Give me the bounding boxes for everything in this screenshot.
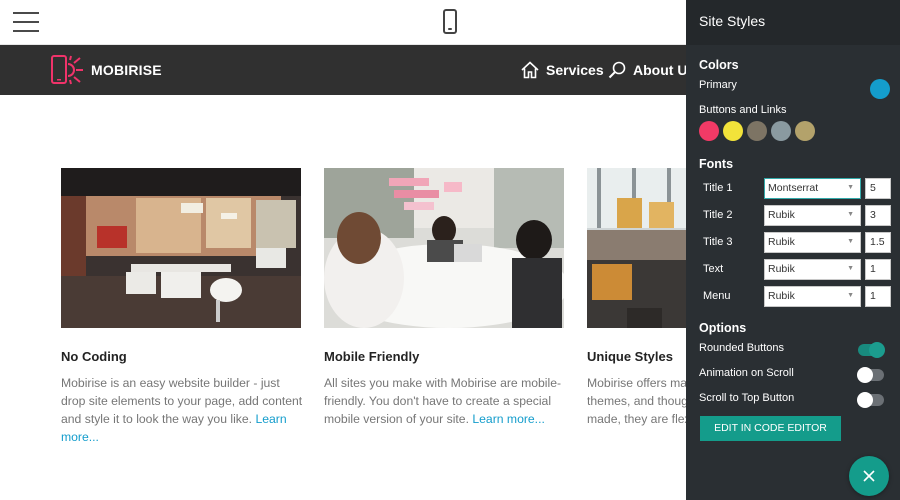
font-value: Rubik bbox=[768, 236, 795, 248]
edit-in-code-editor-button[interactable]: EDIT IN CODE EDITOR bbox=[700, 416, 841, 441]
dropdown-caret-icon: ▼ bbox=[847, 211, 854, 218]
button-color-swatch-2[interactable] bbox=[723, 121, 743, 141]
font-select-title-2[interactable]: Rubik ▼ bbox=[764, 205, 861, 226]
primary-color-label: Primary bbox=[699, 79, 737, 91]
feature-text-mobile-friendly: All sites you make with Mobirise are mob… bbox=[324, 374, 569, 428]
font-size-title-2[interactable]: 3 bbox=[865, 205, 891, 226]
font-select-title-3[interactable]: Rubik ▼ bbox=[764, 232, 861, 253]
button-color-swatch-1[interactable] bbox=[699, 121, 719, 141]
font-select-text[interactable]: Rubik ▼ bbox=[764, 259, 861, 280]
font-label-text: Text bbox=[703, 263, 724, 275]
dropdown-caret-icon: ▼ bbox=[847, 292, 854, 299]
close-x-icon bbox=[863, 470, 875, 482]
dropdown-caret-icon: ▼ bbox=[847, 184, 854, 191]
option-label-rounded-buttons: Rounded Buttons bbox=[699, 342, 785, 354]
font-value: Rubik bbox=[768, 290, 795, 302]
toggle-knob bbox=[869, 342, 885, 358]
nav-item-services[interactable]: Services bbox=[520, 58, 604, 82]
panel-header: Site Styles bbox=[686, 0, 900, 45]
colors-heading: Colors bbox=[699, 58, 739, 72]
hamburger-menu-icon[interactable] bbox=[13, 12, 39, 32]
toggle-scroll-to-top[interactable] bbox=[857, 392, 884, 408]
font-value: Rubik bbox=[768, 209, 795, 221]
feature-title-mobile-friendly: Mobile Friendly bbox=[324, 349, 420, 364]
font-size-title-3[interactable]: 1.5 bbox=[865, 232, 891, 253]
home-icon bbox=[521, 61, 539, 79]
feature-title-no-coding: No Coding bbox=[61, 349, 127, 364]
font-label-menu: Menu bbox=[703, 290, 731, 302]
nav-item-about-us[interactable]: About Us bbox=[607, 58, 695, 82]
builder-toolbar bbox=[0, 0, 686, 45]
feature-text-unique-styles: Mobirise offers ma themes, and thoug mad… bbox=[587, 374, 686, 428]
font-select-title-1[interactable]: Montserrat ▼ bbox=[764, 178, 861, 199]
primary-color-swatch[interactable] bbox=[870, 79, 890, 99]
button-color-swatch-4[interactable] bbox=[771, 121, 791, 141]
brand-name[interactable]: MOBIRISE bbox=[91, 62, 162, 78]
feature-image-office-chairs bbox=[587, 168, 686, 328]
feature-image-meeting bbox=[324, 168, 564, 328]
options-heading: Options bbox=[699, 321, 747, 335]
search-icon bbox=[608, 61, 626, 79]
feature-description-line: themes, and thoug bbox=[587, 394, 686, 408]
feature-description-line: Mobirise offers ma bbox=[587, 376, 686, 390]
phone-sun-logo-icon[interactable] bbox=[50, 55, 86, 85]
toggle-animation-on-scroll[interactable] bbox=[857, 367, 884, 383]
feature-image-office bbox=[61, 168, 301, 328]
mobile-view-icon[interactable] bbox=[443, 9, 457, 34]
font-value: Montserrat bbox=[768, 182, 819, 194]
font-size-menu[interactable]: 1 bbox=[865, 286, 891, 307]
font-label-title-3: Title 3 bbox=[703, 236, 733, 248]
toggle-knob bbox=[857, 392, 873, 408]
font-label-title-1: Title 1 bbox=[703, 182, 733, 194]
dropdown-caret-icon: ▼ bbox=[847, 265, 854, 272]
option-label-scroll-to-top: Scroll to Top Button bbox=[699, 392, 795, 404]
feature-text-no-coding: Mobirise is an easy website builder - ju… bbox=[61, 374, 306, 446]
button-color-swatch-5[interactable] bbox=[795, 121, 815, 141]
button-color-swatch-3[interactable] bbox=[747, 121, 767, 141]
font-size-text[interactable]: 1 bbox=[865, 259, 891, 280]
toggle-knob bbox=[857, 367, 873, 383]
dropdown-caret-icon: ▼ bbox=[847, 238, 854, 245]
learn-more-link[interactable]: Learn more... bbox=[472, 412, 544, 426]
panel-title: Site Styles bbox=[699, 13, 766, 29]
font-select-menu[interactable]: Rubik ▼ bbox=[764, 286, 861, 307]
toggle-rounded-buttons[interactable] bbox=[858, 342, 885, 358]
fonts-heading: Fonts bbox=[699, 157, 734, 171]
nav-label-services: Services bbox=[546, 62, 604, 78]
close-panel-button[interactable] bbox=[849, 456, 889, 496]
option-label-animation-on-scroll: Animation on Scroll bbox=[699, 367, 794, 379]
font-label-title-2: Title 2 bbox=[703, 209, 733, 221]
feature-title-unique-styles: Unique Styles bbox=[587, 349, 673, 364]
buttons-links-label: Buttons and Links bbox=[699, 104, 787, 116]
feature-description-line: made, they are flex bbox=[587, 412, 686, 426]
font-value: Rubik bbox=[768, 263, 795, 275]
font-size-title-1[interactable]: 5 bbox=[865, 178, 891, 199]
